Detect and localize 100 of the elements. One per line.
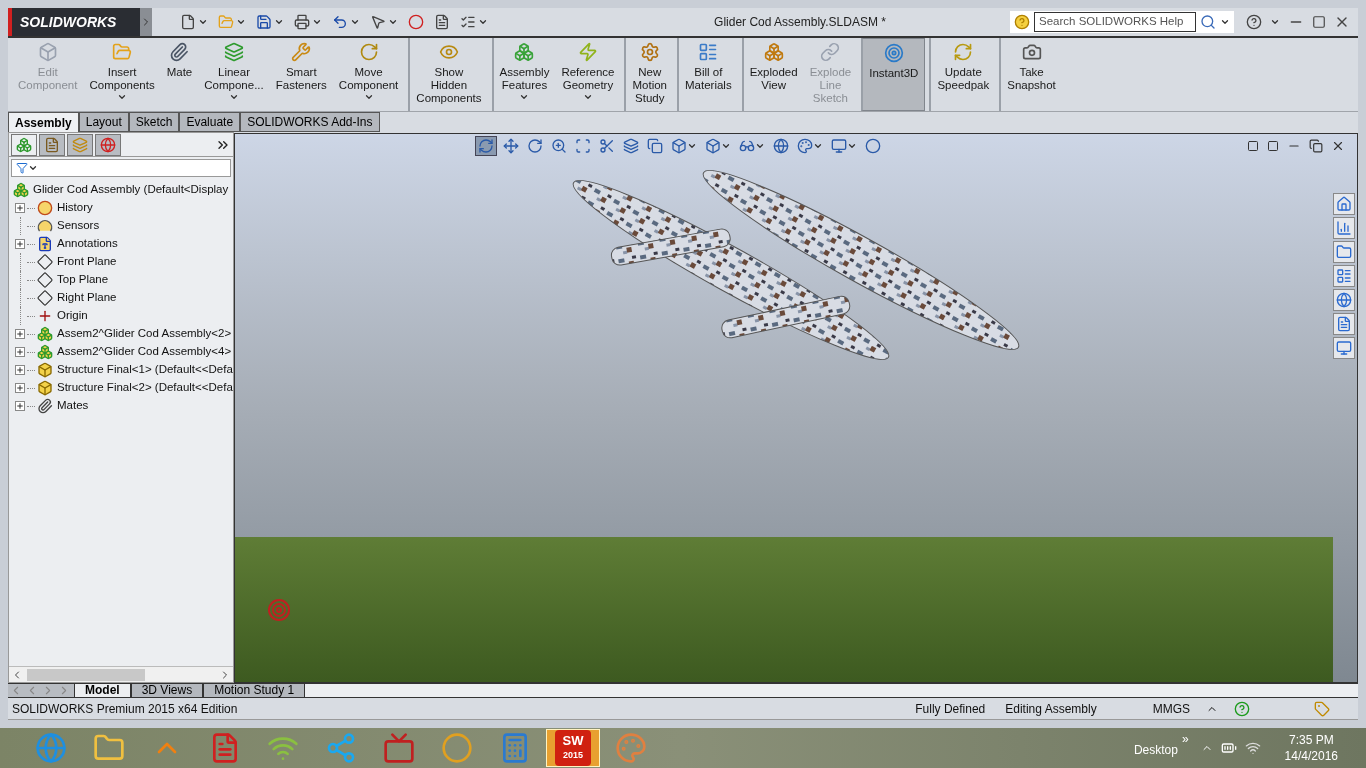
- caret-icon: [755, 141, 765, 151]
- ribbon-button[interactable]: Mate: [160, 38, 199, 111]
- ribbon-button[interactable]: Insert Components: [83, 38, 161, 111]
- tree-item[interactable]: Assem2^Glider Cod Assembly<4>: [57, 343, 232, 361]
- command-tab[interactable]: Sketch: [128, 112, 180, 132]
- folder-pane-button[interactable]: [1333, 241, 1355, 263]
- document-pane-button[interactable]: [1333, 313, 1355, 335]
- network-icon[interactable]: [1244, 740, 1261, 756]
- tile-icon[interactable]: [1267, 140, 1279, 152]
- ribbon-button[interactable]: Reference Geometry: [555, 38, 621, 111]
- command-tab[interactable]: SOLIDWORKS Add-Ins: [240, 112, 380, 132]
- ribbon-button[interactable]: Bill of Materials: [677, 38, 738, 111]
- chevron-label[interactable]: »: [1181, 730, 1189, 748]
- document-icon[interactable]: [434, 14, 450, 30]
- expand-icon[interactable]: [15, 365, 25, 375]
- filter-field[interactable]: [11, 159, 231, 177]
- section-icon: [599, 138, 615, 154]
- home-pane-button[interactable]: [1333, 193, 1355, 215]
- tree-item[interactable]: Assem2^Glider Cod Assembly<2>: [57, 325, 232, 343]
- tree-item[interactable]: Sensors: [57, 217, 100, 235]
- desktop-label[interactable]: Desktop: [1133, 741, 1178, 759]
- expand-icon[interactable]: [15, 347, 25, 357]
- tree-tab[interactable]: [67, 133, 93, 156]
- views-icon: [647, 138, 663, 154]
- expand-icon[interactable]: [15, 329, 25, 339]
- tag-icon[interactable]: [1314, 700, 1330, 717]
- properties-tab[interactable]: [39, 133, 65, 156]
- zoom-area-button[interactable]: [573, 136, 593, 156]
- bottom-tab[interactable]: Motion Study 1: [203, 684, 306, 697]
- expand-icon[interactable]: [15, 383, 25, 393]
- tree-item[interactable]: History: [57, 199, 93, 217]
- clock-time[interactable]: 7:35 PM: [1288, 732, 1334, 748]
- origin-icon: [37, 308, 53, 324]
- tree-item[interactable]: Glider Cod Assembly (Default<Display: [33, 181, 229, 199]
- circle-button[interactable]: [863, 136, 883, 156]
- pan-button[interactable]: [501, 136, 521, 156]
- glasses-icon: [739, 138, 755, 154]
- caret-icon: [1270, 17, 1280, 27]
- gears-icon: [639, 42, 660, 62]
- chart-pane-button[interactable]: [1333, 217, 1355, 239]
- clock-date[interactable]: 14/4/2016: [1284, 748, 1338, 764]
- command-tab[interactable]: Assembly: [8, 112, 79, 132]
- ribbon-button[interactable]: Instant3D: [861, 38, 926, 111]
- roll-button[interactable]: [525, 136, 545, 156]
- roll-icon: [527, 138, 543, 154]
- tree-item[interactable]: Origin: [57, 307, 88, 325]
- checklist-icon[interactable]: [460, 14, 476, 30]
- ribbon-button[interactable]: Show Hidden Components: [408, 38, 488, 111]
- units-button[interactable]: MMGS: [1152, 699, 1190, 718]
- taskbar-button[interactable]: SW 2015: [546, 729, 600, 767]
- globe-button[interactable]: [771, 136, 791, 156]
- rotate-icon: [358, 42, 379, 62]
- tile-icon[interactable]: [1247, 140, 1259, 152]
- bottom-tab[interactable]: 3D Views: [130, 684, 204, 697]
- color-wheel-tab[interactable]: [95, 133, 121, 156]
- ribbon-button[interactable]: New Motion Study: [624, 38, 673, 111]
- ribbon-button[interactable]: Update Speedpak: [929, 38, 996, 111]
- help-icon[interactable]: [1246, 14, 1262, 30]
- tree-item[interactable]: Structure Final<2> (Default<<Defa: [57, 379, 233, 397]
- command-tab[interactable]: Evaluate: [179, 112, 241, 132]
- pointer-icon[interactable]: [370, 14, 386, 30]
- maximize-icon[interactable]: [1312, 15, 1326, 29]
- expand-icon[interactable]: [15, 401, 25, 411]
- tree-item[interactable]: Structure Final<1> (Default<<Defa: [57, 361, 233, 379]
- scrollbar-thumb[interactable]: [27, 668, 145, 681]
- globe-icon: [35, 732, 67, 764]
- assembly-icon: [13, 182, 29, 198]
- expand-icon[interactable]: [15, 239, 25, 249]
- ribbon-button[interactable]: Take Snapshot: [999, 38, 1062, 111]
- ribbon-button[interactable]: Smart Fasteners: [269, 38, 333, 111]
- ribbon-button[interactable]: Assembly Features: [491, 38, 556, 111]
- monitor-icon: [831, 138, 847, 154]
- undo-icon[interactable]: [332, 14, 348, 30]
- tree-item[interactable]: Front Plane: [57, 253, 117, 271]
- printer-icon[interactable]: [294, 14, 310, 30]
- globe-pane-button[interactable]: [1333, 289, 1355, 311]
- search-icon[interactable]: [1200, 14, 1216, 30]
- ribbon-button[interactable]: Move Component: [332, 38, 405, 111]
- tree-item[interactable]: Annotations: [57, 235, 118, 253]
- rotate-button[interactable]: [475, 136, 497, 156]
- tree-item[interactable]: Top Plane: [57, 271, 109, 289]
- list-pane-button[interactable]: [1333, 265, 1355, 287]
- tree-item[interactable]: Right Plane: [57, 289, 117, 307]
- list-icon: [1336, 268, 1352, 284]
- battery-icon[interactable]: [1220, 740, 1237, 756]
- new-file-icon[interactable]: [180, 14, 196, 30]
- close-icon[interactable]: [1331, 139, 1345, 153]
- assembly-tab[interactable]: [11, 133, 37, 156]
- tree-item[interactable]: Mates: [57, 397, 89, 415]
- ribbon-button[interactable]: Linear Compone...: [198, 38, 270, 111]
- command-tab[interactable]: Layout: [78, 112, 129, 132]
- views-button[interactable]: [645, 136, 665, 156]
- bottom-tab[interactable]: Model: [74, 684, 131, 697]
- ribbon-button[interactable]: Exploded View: [741, 38, 804, 111]
- eye-icon: [438, 42, 459, 62]
- save-icon[interactable]: [256, 14, 272, 30]
- help-search-field[interactable]: Search SOLIDWORKS Help: [1034, 12, 1196, 32]
- monitor-pane-button[interactable]: [1333, 337, 1355, 359]
- expand-icon[interactable]: [15, 203, 25, 213]
- restore-icon[interactable]: [1309, 139, 1323, 153]
